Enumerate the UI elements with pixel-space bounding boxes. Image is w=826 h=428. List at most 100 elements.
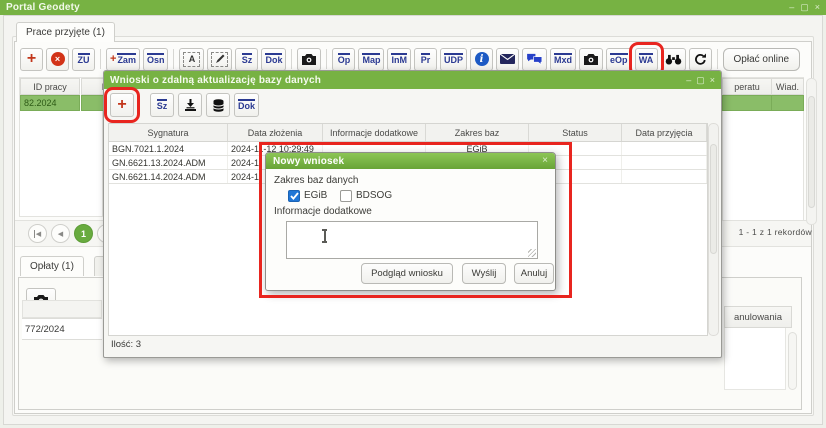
col-header-operat[interactable]: peratu [722,78,772,95]
close-icon[interactable]: × [710,76,715,85]
page-1-button[interactable]: 1 [74,224,93,243]
new-request-button[interactable]: + [110,93,134,117]
wnioski-sz-button[interactable]: Sz [150,93,174,117]
oplaty-scrollbar[interactable] [788,332,797,390]
map-button[interactable]: Map [358,48,384,71]
circle-x-icon: × [51,52,65,66]
udp-button[interactable]: UDP [440,48,467,71]
zakres-baz-label: Zakres baz danych [274,175,359,186]
egib-label[interactable]: EGiB [304,190,327,201]
wnioski-dok-button[interactable]: Dok [234,93,259,117]
download-icon [184,99,197,111]
window-title: Portal Geodety [6,2,80,13]
first-page-icon: ◀ [34,230,41,238]
info-icon: i [475,52,489,66]
minimize-icon[interactable]: – [789,3,794,12]
wa-button[interactable]: WA [635,48,658,71]
info-button[interactable]: i [470,48,493,71]
col-header-status[interactable]: Status [529,124,622,141]
op-button[interactable]: Op [332,48,355,71]
nowy-wniosek-titlebar[interactable]: Nowy wniosek × [266,153,555,169]
selected-work-row-cell[interactable] [771,95,804,111]
zu-button[interactable]: ZU [72,48,95,71]
download-button[interactable] [178,93,202,117]
op-label: Op [338,53,351,66]
cancel-button[interactable]: Anuluj [514,263,554,284]
nowy-wniosek-dialog: Nowy wniosek × Zakres baz danych EGiB BD… [265,152,556,291]
col-header-id-pracy[interactable]: ID pracy [20,78,80,95]
nowy-wniosek-title: Nowy wniosek [273,156,344,167]
zam-button[interactable]: +Zam [106,48,140,71]
scrollbar-thumb[interactable] [808,96,815,208]
page-prev-button[interactable]: ◀ [51,224,70,243]
maximize-icon[interactable]: ▢ [696,76,705,85]
camera2-button[interactable] [579,48,603,71]
anulowania-column-body [724,328,786,390]
col-header-data-zlozenia[interactable]: Data złożenia [228,124,323,141]
prev-page-icon: ◀ [58,230,63,238]
col-header-wiad[interactable]: Wiad. [771,78,804,95]
egib-checkbox[interactable] [288,190,300,202]
refresh-button[interactable] [689,48,712,71]
col-header-data-przyjecia[interactable]: Data przyjęcia [622,124,707,141]
selected-work-row[interactable]: 82.2024 [20,95,80,111]
dok-button[interactable]: Dok [261,48,286,71]
selected-work-row-cell[interactable] [722,95,772,111]
chat-button[interactable] [522,48,547,71]
col-header-zakres-baz[interactable]: Zakres baz [426,124,529,141]
pr-label: Pr [421,53,431,66]
resize-grip[interactable] [528,249,536,257]
window-titlebar: Portal Geodety – ▢ × [0,0,826,15]
maximize-icon[interactable]: ▢ [800,3,809,12]
cell-sygnatura: BGN.7021.1.2024 [109,142,228,155]
main-toolbar: + × ZU +Zam Osn A Sz Dok Op Map InM Pr U… [20,45,800,73]
tab-oplaty[interactable]: Opłaty (1) [20,256,84,276]
inm-label: InM [391,53,407,66]
cancel-work-button[interactable]: × [46,48,69,71]
page-first-button[interactable]: ◀ [28,224,47,243]
database-icon [213,99,224,112]
camera-button[interactable] [297,48,321,71]
cell-sygnatura: GN.6621.14.2024.ADM [109,170,228,183]
preview-request-button[interactable]: Podgląd wniosku [361,263,453,284]
mail-button[interactable] [496,48,519,71]
send-button[interactable]: Wyślij [462,263,506,284]
add-work-button[interactable]: + [20,48,43,71]
pr-button[interactable]: Pr [414,48,437,71]
fee-number-cell[interactable]: 772/2024 [22,318,102,340]
scrollbar-thumb[interactable] [710,144,717,254]
cell-data-przyjecia [622,142,707,155]
wnioski-dialog-titlebar[interactable]: Wnioski o zdalną aktualizację bazy danyc… [104,71,721,89]
col-header-anulowania[interactable]: anulowania [724,306,792,328]
tab-prace-przyjete[interactable]: Prace przyjęte (1) [16,22,115,42]
eop-button[interactable]: eOp [606,48,632,71]
text-cursor-icon [321,229,328,243]
sz-button[interactable]: Sz [235,48,258,71]
toolbar-separator [717,49,718,69]
wnioski-dialog-title: Wnioski o zdalną aktualizację bazy danyc… [110,75,321,86]
area-edit-button[interactable] [207,48,232,71]
bdsog-label[interactable]: BDSOG [356,190,392,201]
col-header-sygnatura[interactable]: Sygnatura [109,124,228,141]
database-button[interactable] [206,93,230,117]
inm-button[interactable]: InM [387,48,411,71]
camera-icon [301,53,317,65]
close-icon[interactable]: × [542,156,548,166]
minimize-icon[interactable]: – [686,76,691,85]
search-button[interactable] [661,48,686,71]
toolbar-separator [291,49,292,69]
bdsog-checkbox[interactable] [340,190,352,202]
osn-button[interactable]: Osn [143,48,169,71]
wnioski-dialog-controls: – ▢ × [686,76,715,85]
mxd-button[interactable]: Mxd [550,48,576,71]
area-select-a-button[interactable]: A [179,48,204,71]
works-table-scrollbar[interactable] [806,78,817,225]
wa-label: WA [639,53,654,66]
pay-online-button[interactable]: Opłać online [723,48,801,71]
informacje-dodatkowe-label: Informacje dodatkowe [274,206,372,217]
wnioski-table-scrollbar[interactable] [708,123,719,336]
cell-data-przyjecia [622,156,707,169]
additional-info-textarea[interactable] [286,221,538,259]
close-icon[interactable]: × [815,3,820,12]
col-header-informacje[interactable]: Informacje dodatkowe [323,124,426,141]
